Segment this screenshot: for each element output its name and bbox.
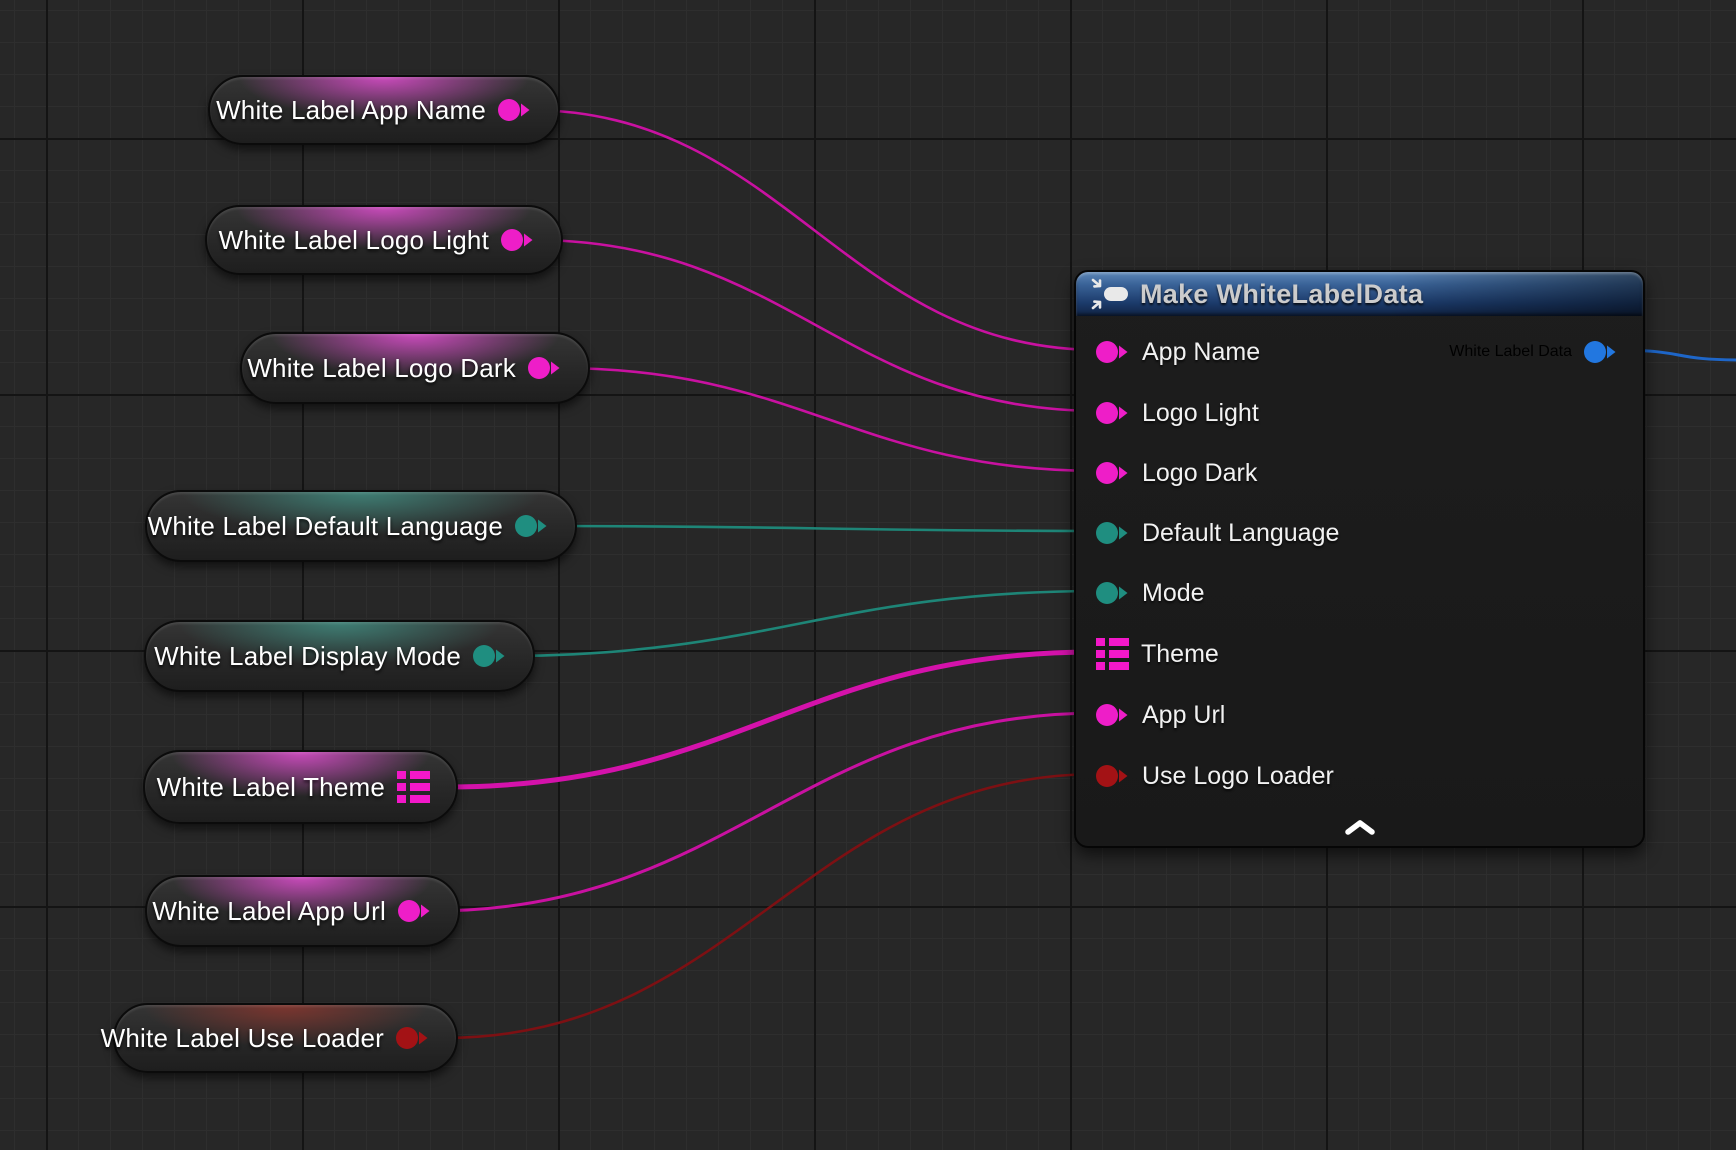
enum-pin-icon[interactable]	[1096, 581, 1130, 605]
variable-node-label: White Label Default Language	[148, 511, 503, 542]
make-node-title: Make WhiteLabelData	[1140, 279, 1423, 310]
make-input-row: Mode	[1076, 576, 1205, 610]
input-pin-label: Theme	[1141, 640, 1219, 669]
input-pin-label: Use Logo Loader	[1142, 762, 1334, 791]
variable-node-default-language[interactable]: White Label Default Language	[145, 490, 577, 562]
wire-string[interactable]	[528, 110, 1100, 350]
wire-enum[interactable]	[500, 591, 1100, 656]
variable-node-logo-dark[interactable]: White Label Logo Dark	[240, 332, 590, 404]
variable-node-theme[interactable]: White Label Theme	[143, 750, 458, 824]
make-whitelabeldata-node[interactable]: Make WhiteLabelData App Name Logo Light Lo…	[1074, 270, 1645, 848]
string-pin-icon[interactable]	[528, 356, 562, 380]
make-struct-icon	[1090, 276, 1130, 312]
wire-struct[interactable]	[446, 652, 1094, 787]
input-pin-label: App Name	[1142, 338, 1260, 367]
wire-string[interactable]	[558, 368, 1100, 471]
variable-node-label: White Label Theme	[157, 772, 385, 803]
input-pin-label: Logo Dark	[1142, 459, 1257, 488]
string-pin-icon[interactable]	[1096, 401, 1130, 425]
wire-string[interactable]	[533, 240, 1100, 411]
make-input-row: Theme	[1076, 637, 1219, 671]
make-node-output-row: White Label Data	[1449, 335, 1643, 369]
make-input-row: App Url	[1076, 698, 1225, 732]
variable-node-label: White Label Logo Dark	[247, 353, 516, 384]
wire-enum[interactable]	[545, 526, 1100, 531]
struct_out-pin-icon-output[interactable]	[1584, 340, 1618, 364]
variable-node-logo-light[interactable]: White Label Logo Light	[205, 205, 563, 275]
bool-pin-icon[interactable]	[396, 1026, 430, 1050]
string-pin-icon[interactable]	[1096, 703, 1130, 727]
make-node-header[interactable]: Make WhiteLabelData	[1076, 272, 1643, 316]
variable-node-app-url[interactable]: White Label App Url	[145, 875, 460, 947]
collapse-pins-button[interactable]	[1332, 817, 1388, 840]
output-pin-label: White Label Data	[1449, 343, 1572, 361]
variable-node-label: White Label Display Mode	[154, 641, 461, 672]
input-pin-label: Mode	[1142, 579, 1205, 608]
variable-node-use-loader[interactable]: White Label Use Loader	[113, 1003, 458, 1073]
variable-node-label: White Label Logo Light	[219, 225, 489, 256]
variable-node-display-mode[interactable]: White Label Display Mode	[144, 620, 535, 692]
make-input-row: Logo Dark	[1076, 456, 1257, 490]
string-pin-icon[interactable]	[498, 98, 532, 122]
variable-node-label: White Label Use Loader	[101, 1023, 384, 1054]
blueprint-graph-canvas[interactable]: White Label App Name White Label Logo Lig…	[0, 0, 1736, 1150]
input-pin-label: App Url	[1142, 701, 1225, 730]
struct-grid-pin-icon[interactable]	[397, 771, 430, 803]
make-input-row: Default Language	[1076, 516, 1339, 550]
struct-grid-pin-icon[interactable]	[1096, 638, 1129, 670]
variable-node-label: White Label App Url	[152, 896, 386, 927]
string-pin-icon[interactable]	[1096, 461, 1130, 485]
input-pin-label: Logo Light	[1142, 399, 1259, 428]
variable-node-app-name[interactable]: White Label App Name	[208, 75, 560, 145]
bool-pin-icon[interactable]	[1096, 764, 1130, 788]
enum-pin-icon[interactable]	[515, 514, 549, 538]
enum-pin-icon[interactable]	[473, 644, 507, 668]
input-pin-label: Default Language	[1142, 519, 1339, 548]
string-pin-icon[interactable]	[1096, 340, 1130, 364]
enum-pin-icon[interactable]	[1096, 521, 1130, 545]
variable-node-label: White Label App Name	[216, 95, 486, 126]
wire-string[interactable]	[430, 713, 1100, 911]
wire-bool[interactable]	[443, 774, 1100, 1038]
make-input-row: App Name	[1076, 335, 1260, 369]
string-pin-icon[interactable]	[501, 228, 535, 252]
chevron-up-icon	[1342, 819, 1378, 835]
make-input-row: Logo Light	[1076, 396, 1259, 430]
string-pin-icon[interactable]	[398, 899, 432, 923]
make-input-row: Use Logo Loader	[1076, 759, 1334, 793]
